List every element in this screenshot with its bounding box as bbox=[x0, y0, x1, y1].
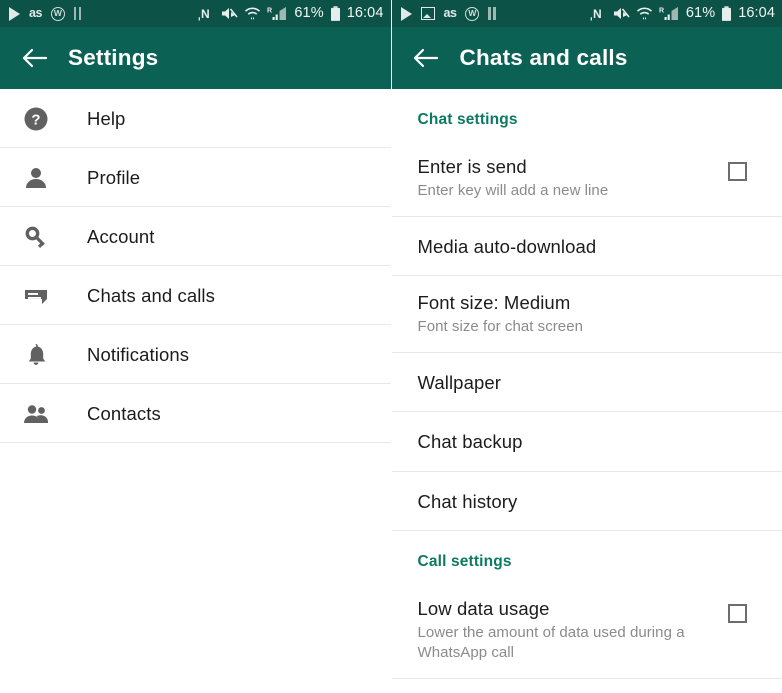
status-bar-right: as W N R 61% 16:04 bbox=[391, 0, 782, 27]
setting-texts: Wallpaper bbox=[418, 371, 757, 394]
setting-row-font-size[interactable]: Font size: Medium Font size for chat scr… bbox=[391, 276, 782, 354]
image-icon bbox=[420, 7, 435, 20]
setting-texts: Low data usage Lower the amount of data … bbox=[418, 597, 729, 663]
sidebar-item-label: Profile bbox=[87, 166, 141, 188]
toolbar-settings: Settings bbox=[0, 27, 391, 89]
setting-title: Chat backup bbox=[417, 431, 523, 453]
status-bar-left: as W N R 61% 16:04 bbox=[0, 0, 391, 27]
sidebar-item-contacts[interactable]: Contacts bbox=[0, 384, 391, 443]
pause-icon bbox=[488, 7, 496, 20]
checkbox-enter-is-send[interactable] bbox=[728, 162, 747, 181]
w-badge-icon: W bbox=[465, 6, 480, 21]
w-badge-icon: W bbox=[50, 6, 65, 21]
setting-texts: Enter is send Enter key will add a new l… bbox=[418, 155, 729, 201]
setting-row-chat-history[interactable]: Chat history bbox=[391, 472, 782, 531]
volume-mute-icon bbox=[221, 6, 238, 21]
sidebar-item-label: Account bbox=[87, 225, 155, 247]
play-icon bbox=[400, 6, 412, 21]
nfc-icon: N bbox=[198, 6, 215, 22]
divider bbox=[391, 677, 782, 679]
bell-icon bbox=[19, 338, 53, 372]
sidebar-item-help[interactable]: ? Help bbox=[0, 89, 391, 148]
dual-screenshot-container: as W N R 61% 16:04 Settings ? Help Profi… bbox=[0, 0, 782, 693]
lastfm-icon: as bbox=[443, 6, 457, 21]
setting-title: Font size: Medium bbox=[417, 292, 571, 314]
signal-bars-roaming-icon: R bbox=[659, 6, 680, 21]
chat-bubble-icon bbox=[19, 279, 53, 313]
sidebar-item-notifications[interactable]: Notifications bbox=[0, 325, 391, 384]
setting-title: Enter is send bbox=[417, 156, 527, 177]
sidebar-item-chats-and-calls[interactable]: Chats and calls bbox=[0, 266, 391, 325]
person-icon bbox=[19, 161, 53, 195]
setting-subtitle: Lower the amount of data used during a W… bbox=[417, 623, 685, 661]
settings-menu-list: ? Help Profile Account Chats and calls N… bbox=[0, 89, 391, 443]
battery-percent-label: 61% bbox=[685, 5, 716, 22]
section-header-chat-settings: Chat settings bbox=[417, 111, 518, 128]
divider bbox=[0, 442, 391, 443]
setting-title: Low data usage bbox=[417, 597, 550, 619]
lastfm-icon: as bbox=[29, 6, 42, 21]
setting-texts: Media auto-download bbox=[418, 235, 757, 258]
sidebar-item-label: Notifications bbox=[87, 343, 190, 365]
sidebar-item-account[interactable]: Account bbox=[0, 207, 391, 266]
setting-subtitle: Enter key will add a new line bbox=[417, 182, 609, 200]
wifi-icon bbox=[636, 6, 653, 21]
battery-percent-label: 61% bbox=[294, 5, 324, 22]
page-title: Settings bbox=[68, 45, 159, 70]
back-arrow-icon[interactable] bbox=[409, 41, 443, 75]
setting-row-low-data-usage[interactable]: Low data usage Lower the amount of data … bbox=[391, 582, 782, 679]
setting-row-enter-is-send[interactable]: Enter is send Enter key will add a new l… bbox=[391, 140, 782, 218]
svg-text:N: N bbox=[593, 7, 602, 21]
wifi-icon bbox=[244, 6, 261, 21]
page-title: Chats and calls bbox=[459, 45, 628, 70]
setting-texts: Chat backup bbox=[418, 430, 757, 453]
setting-title: Wallpaper bbox=[417, 372, 501, 394]
sidebar-item-label: Help bbox=[87, 107, 126, 129]
setting-row-wallpaper[interactable]: Wallpaper bbox=[391, 353, 782, 413]
settings-content: Chat settings Enter is send Enter key wi… bbox=[391, 89, 782, 679]
volume-mute-icon bbox=[613, 6, 630, 21]
status-bar-left-icons: as W bbox=[9, 6, 198, 21]
clock-label: 16:04 bbox=[738, 5, 775, 22]
setting-subtitle: Font size for chat screen bbox=[417, 318, 583, 336]
people-icon bbox=[19, 397, 53, 431]
setting-title: Media auto-download bbox=[417, 236, 597, 258]
signal-bars-roaming-icon: R bbox=[267, 6, 288, 21]
svg-text:?: ? bbox=[31, 111, 40, 128]
status-bar-left-icons-right-screen: as W bbox=[400, 6, 590, 21]
sidebar-item-label: Chats and calls bbox=[87, 284, 215, 306]
setting-title: Chat history bbox=[417, 490, 518, 512]
toolbar-chats-and-calls: Chats and calls bbox=[391, 27, 782, 89]
setting-row-media-auto-download[interactable]: Media auto-download bbox=[391, 217, 782, 277]
nfc-icon: N bbox=[590, 6, 607, 22]
help-circle-icon: ? bbox=[19, 102, 53, 136]
setting-row-chat-backup[interactable]: Chat backup bbox=[391, 412, 782, 472]
checkbox-low-data-usage[interactable] bbox=[728, 603, 747, 623]
status-bar-right-icons-left-screen: N R 61% 16:04 bbox=[198, 5, 384, 22]
setting-texts: Font size: Medium Font size for chat scr… bbox=[418, 291, 757, 337]
battery-icon bbox=[721, 5, 732, 22]
sidebar-item-profile[interactable]: Profile bbox=[0, 148, 391, 207]
sidebar-item-label: Contacts bbox=[87, 402, 161, 424]
left-phone-screen: as W N R 61% 16:04 Settings ? Help Profi… bbox=[0, 0, 392, 693]
divider bbox=[391, 529, 782, 531]
back-arrow-icon[interactable] bbox=[17, 41, 51, 75]
pause-icon bbox=[73, 7, 82, 20]
right-phone-screen: as W N R 61% 16:04 Chats and calls Chat … bbox=[391, 0, 782, 693]
section-header-call-settings: Call settings bbox=[417, 552, 512, 570]
svg-text:N: N bbox=[201, 7, 210, 21]
key-icon bbox=[19, 220, 53, 254]
status-bar-right-icons: N R 61% 16:04 bbox=[590, 5, 775, 22]
clock-label: 16:04 bbox=[346, 5, 384, 22]
svg-text:R: R bbox=[267, 8, 272, 15]
play-icon bbox=[9, 6, 20, 21]
svg-text:R: R bbox=[659, 8, 664, 15]
setting-texts: Chat history bbox=[418, 490, 757, 513]
battery-icon bbox=[330, 5, 341, 22]
